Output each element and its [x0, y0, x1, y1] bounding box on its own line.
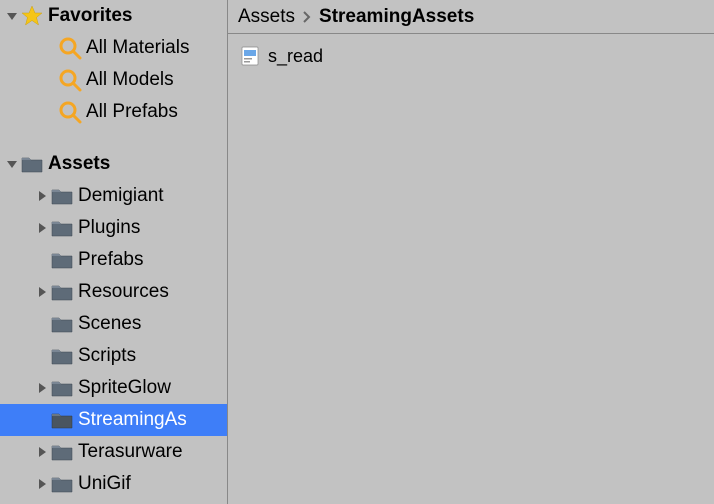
folder-icon [20, 152, 44, 176]
folder-icon [50, 184, 74, 208]
favorites-header[interactable]: Favorites [0, 0, 227, 32]
search-icon [58, 68, 82, 92]
assets-item-unigif[interactable]: UniGif [0, 468, 227, 500]
breadcrumb: Assets StreamingAssets [228, 0, 714, 34]
assets-section: Assets Demigiant Plugins Prefabs Resourc… [0, 148, 227, 500]
breadcrumb-item-streamingassets[interactable]: StreamingAssets [319, 6, 474, 28]
disclosure-empty [34, 348, 50, 364]
assets-header[interactable]: Assets [0, 148, 227, 180]
search-icon [58, 36, 82, 60]
assets-item-label: Demigiant [78, 185, 164, 207]
folder-icon [50, 472, 74, 496]
folder-icon [50, 280, 74, 304]
favorites-item-all-prefabs[interactable]: All Prefabs [0, 96, 227, 128]
assets-item-spriteglow[interactable]: SpriteGlow [0, 372, 227, 404]
favorites-section: Favorites All Materials All Models All P… [0, 0, 227, 128]
file-item-sread[interactable]: s_read [240, 42, 702, 70]
assets-item-label: SpriteGlow [78, 377, 171, 399]
favorites-item-all-models[interactable]: All Models [0, 64, 227, 96]
chevron-right-icon [301, 11, 313, 23]
disclosure-right-icon[interactable] [34, 188, 50, 204]
favorites-item-label: All Materials [86, 37, 189, 59]
assets-item-demigiant[interactable]: Demigiant [0, 180, 227, 212]
favorites-item-label: All Prefabs [86, 101, 178, 123]
assets-item-label: Plugins [78, 217, 140, 239]
assets-item-scenes[interactable]: Scenes [0, 308, 227, 340]
assets-item-label: UniGif [78, 473, 131, 495]
disclosure-right-icon[interactable] [34, 444, 50, 460]
assets-item-streamingassets[interactable]: StreamingAs [0, 404, 227, 436]
search-icon [58, 100, 82, 124]
content-panel: Assets StreamingAssets s_read [228, 0, 714, 504]
folder-icon [50, 216, 74, 240]
disclosure-empty [34, 316, 50, 332]
disclosure-down-icon[interactable] [4, 8, 20, 24]
disclosure-empty [34, 412, 50, 428]
assets-item-label: Resources [78, 281, 169, 303]
assets-item-label: Prefabs [78, 249, 143, 271]
disclosure-right-icon[interactable] [34, 284, 50, 300]
folder-icon [50, 440, 74, 464]
assets-item-label: Scenes [78, 313, 141, 335]
assets-item-prefabs[interactable]: Prefabs [0, 244, 227, 276]
breadcrumb-item-assets[interactable]: Assets [238, 6, 295, 28]
folder-icon [50, 312, 74, 336]
disclosure-right-icon[interactable] [34, 220, 50, 236]
disclosure-right-icon[interactable] [34, 380, 50, 396]
disclosure-down-icon[interactable] [4, 156, 20, 172]
folder-icon [50, 408, 74, 432]
favorites-item-label: All Models [86, 69, 174, 91]
assets-item-plugins[interactable]: Plugins [0, 212, 227, 244]
assets-item-label: StreamingAs [78, 409, 187, 431]
folder-icon [50, 344, 74, 368]
assets-label: Assets [48, 153, 110, 175]
assets-item-terasurware[interactable]: Terasurware [0, 436, 227, 468]
assets-item-label: Terasurware [78, 441, 183, 463]
disclosure-empty [34, 252, 50, 268]
section-spacer [0, 128, 227, 148]
star-icon [20, 4, 44, 28]
assets-item-scripts[interactable]: Scripts [0, 340, 227, 372]
file-list: s_read [228, 34, 714, 504]
assets-item-label: Scripts [78, 345, 136, 367]
file-icon [240, 46, 260, 66]
folder-icon [50, 376, 74, 400]
folder-icon [50, 248, 74, 272]
disclosure-right-icon[interactable] [34, 476, 50, 492]
file-item-label: s_read [268, 46, 323, 67]
project-sidebar: Favorites All Materials All Models All P… [0, 0, 228, 504]
favorites-label: Favorites [48, 5, 132, 27]
assets-item-resources[interactable]: Resources [0, 276, 227, 308]
favorites-item-all-materials[interactable]: All Materials [0, 32, 227, 64]
